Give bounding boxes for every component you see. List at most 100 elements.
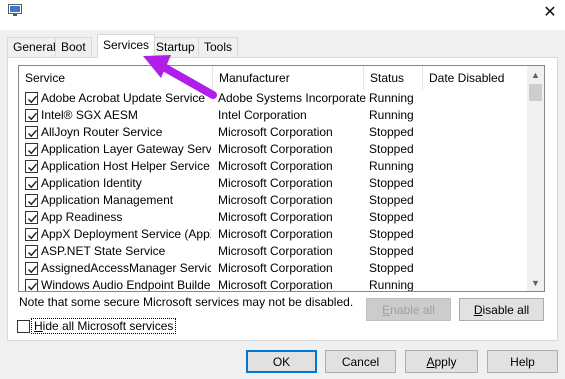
apply-accel: A [426,354,435,369]
tab-startup[interactable]: Startup [150,37,201,57]
close-button[interactable]: ✕ [535,0,565,24]
service-status: Stopped [369,176,414,190]
service-name: App Readiness [41,210,123,224]
service-manufacturer: Microsoft Corporation [218,227,333,241]
checkmark-icon [27,197,38,206]
service-status: Stopped [369,193,414,207]
checkmark-icon [27,214,38,223]
service-status: Stopped [369,227,414,241]
disable-all-button[interactable]: Disable all [459,298,544,321]
enable-all-label: nable all [390,302,435,317]
service-status: Stopped [369,210,414,224]
column-header-status[interactable]: Status [364,66,423,90]
hide-label-text: ide all Microsoft services [42,319,174,333]
service-date-disabled [428,90,526,107]
service-manufacturer: Microsoft Corporation [218,244,333,258]
service-manufacturer: Microsoft Corporation [218,210,333,224]
table-row[interactable]: ASP.NET State Service Microsoft Corporati… [19,243,527,260]
checkmark-icon [27,112,38,121]
hide-microsoft-services-checkbox[interactable] [17,319,30,333]
list-header: Service Manufacturer Status Date Disable… [19,66,527,90]
service-checkbox[interactable] [25,245,38,258]
cancel-button[interactable]: Cancel [325,350,396,373]
table-row[interactable]: Intel® SGX AESM Intel Corporation Running [19,107,527,124]
ok-button[interactable]: OK [246,350,317,373]
service-manufacturer: Microsoft Corporation [218,278,333,292]
service-checkbox[interactable] [25,194,38,207]
tab-services[interactable]: Services [97,34,156,58]
service-name: Application Layer Gateway Service [41,142,211,156]
service-name: ASP.NET State Service [41,244,166,258]
table-row[interactable]: Windows Audio Endpoint Builder Microsoft … [19,277,527,292]
tab-boot[interactable]: Boot [55,37,92,57]
hide-microsoft-services-label[interactable]: Hide all Microsoft services [30,318,177,334]
table-row[interactable]: Application Identity Microsoft Corporatio… [19,175,527,192]
service-checkbox[interactable] [25,177,38,190]
service-manufacturer: Microsoft Corporation [218,142,333,156]
vertical-scrollbar[interactable]: ▲ ▼ [527,66,544,291]
system-configuration-icon [8,4,22,16]
checkmark-icon [27,282,38,291]
scroll-down-button[interactable]: ▼ [527,274,544,291]
service-status: Running [369,108,414,122]
service-checkbox[interactable] [25,279,38,291]
table-row[interactable]: App Readiness Microsoft Corporation Stoppe… [19,209,527,226]
service-date-disabled [428,260,526,277]
column-header-date-disabled[interactable]: Date Disabled [423,66,527,90]
service-name: Application Identity [41,176,142,190]
service-name: AppX Deployment Service (AppX... [41,227,211,241]
service-checkbox[interactable] [25,92,38,105]
service-status: Running [369,159,414,173]
service-manufacturer: Adobe Systems Incorporated [218,91,366,105]
column-header-service[interactable]: Service [19,66,213,90]
table-row[interactable]: Application Layer Gateway Service Microso… [19,141,527,158]
hide-microsoft-services-option[interactable]: Hide all Microsoft services [17,318,177,334]
table-row[interactable]: Application Management Microsoft Corporat… [19,192,527,209]
service-date-disabled [428,124,526,141]
close-icon: ✕ [543,4,557,21]
checkmark-icon [27,129,38,138]
service-status: Stopped [369,244,414,258]
table-row[interactable]: AssignedAccessManager Service Microsoft C… [19,260,527,277]
chevron-down-icon: ▼ [531,277,540,288]
checkmark-icon [27,163,38,172]
secure-services-note: Note that some secure Microsoft services… [19,295,354,309]
checkmark-icon [27,265,38,274]
table-row[interactable]: AppX Deployment Service (AppX... Microsof… [19,226,527,243]
help-button[interactable]: Help [487,350,558,373]
table-row[interactable]: Application Host Helper Service Microsoft… [19,158,527,175]
scroll-up-button[interactable]: ▲ [527,66,544,83]
tab-general[interactable]: General [7,37,62,57]
apply-button[interactable]: Apply [405,350,478,373]
service-checkbox[interactable] [25,211,38,224]
enable-all-button[interactable]: Enable all [366,298,451,321]
service-checkbox[interactable] [25,160,38,173]
service-checkbox[interactable] [25,262,38,275]
service-manufacturer: Microsoft Corporation [218,159,333,173]
service-status: Stopped [369,261,414,275]
chevron-up-icon: ▲ [531,69,540,80]
service-checkbox[interactable] [25,126,38,139]
service-manufacturer: Microsoft Corporation [218,261,333,275]
tab-tools[interactable]: Tools [198,37,239,57]
service-status: Stopped [369,125,414,139]
table-row[interactable]: AllJoyn Router Service Microsoft Corporat… [19,124,527,141]
services-list[interactable]: Service Manufacturer Status Date Disable… [18,65,545,292]
service-checkbox[interactable] [25,143,38,156]
service-checkbox[interactable] [25,109,38,122]
service-name: Intel® SGX AESM [41,108,138,122]
service-manufacturer: Intel Corporation [218,108,307,122]
service-name: Adobe Acrobat Update Service [41,91,206,105]
service-date-disabled [428,175,526,192]
service-name: Windows Audio Endpoint Builder [41,278,211,292]
column-header-manufacturer[interactable]: Manufacturer [213,66,364,90]
apply-label: pply [434,354,457,369]
service-checkbox[interactable] [25,228,38,241]
service-status: Running [369,91,414,105]
service-name: AllJoyn Router Service [41,125,163,139]
service-manufacturer: Microsoft Corporation [218,193,333,207]
service-date-disabled [428,243,526,260]
list-rows: Adobe Acrobat Update Service Adobe System… [19,90,527,292]
scrollbar-thumb[interactable] [529,84,542,101]
table-row[interactable]: Adobe Acrobat Update Service Adobe System… [19,90,527,107]
